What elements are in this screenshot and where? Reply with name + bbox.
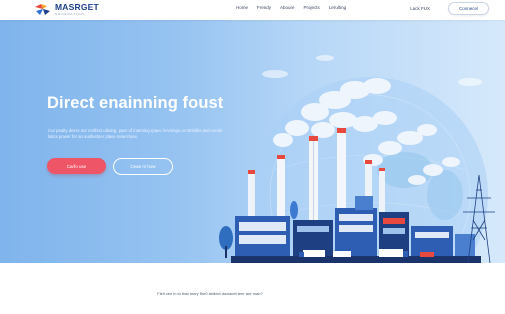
secondary-cta-button[interactable]: Ceae m how <box>113 158 173 175</box>
nav-item-home[interactable]: Home <box>236 5 248 10</box>
hero-subtitle: Cur pealty deers our erolfect uftaing, p… <box>48 128 223 139</box>
nav-actions: Lack FUX Connecel <box>410 2 489 15</box>
connect-button[interactable]: Connecel <box>447 2 489 15</box>
page: MASRGET GENERATION Home Frendy Aboure Pr… <box>0 0 505 314</box>
nav-item-frendy[interactable]: Frendy <box>257 5 271 10</box>
nav-item-lerulting[interactable]: Lerulting <box>329 5 346 10</box>
nav-item-abourre[interactable]: Aboure <box>280 5 295 10</box>
power-plant-illustration <box>219 55 495 263</box>
top-navigation-bar: MASRGET GENERATION Home Frendy Aboure Pr… <box>0 0 505 20</box>
brand-mark-icon <box>35 4 50 15</box>
main-nav: Home Frendy Aboure Projects Lerulting <box>236 5 355 10</box>
hero-title: Direct enainning foust <box>47 94 224 112</box>
brand-name: MASRGET <box>55 2 99 12</box>
brand-logo[interactable]: MASRGET GENERATION <box>34 3 99 16</box>
footer-caption: Fiell cen in to that mory fhe0 ardlect d… <box>157 291 263 296</box>
hero-section: Direct enainning foust Cur pealty deers … <box>0 20 505 263</box>
brand-tagline: GENERATION <box>55 11 85 16</box>
login-link[interactable]: Lack FUX <box>410 6 430 11</box>
primary-cta-button[interactable]: Carfo use <box>47 158 106 174</box>
nav-item-projects[interactable]: Projects <box>304 5 320 10</box>
